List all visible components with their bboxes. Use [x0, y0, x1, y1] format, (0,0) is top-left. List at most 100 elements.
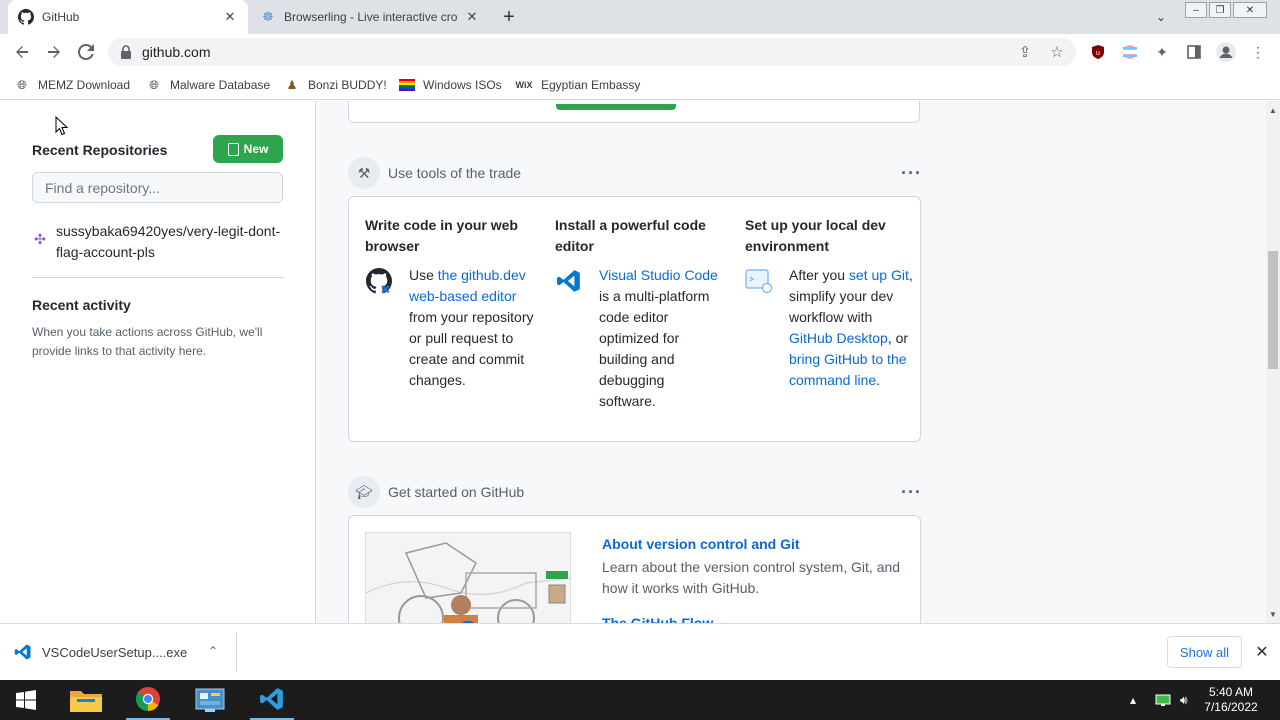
lock-icon[interactable] [120, 45, 132, 59]
chevron-up-icon[interactable]: ⌃ [205, 643, 221, 659]
text: from your repository or pull request to … [409, 309, 534, 388]
bookmark-star-icon[interactable]: ☆ [1048, 43, 1066, 61]
browserling-icon: ☸ [262, 9, 274, 24]
text: is a multi-platform code editor optimize… [599, 288, 710, 409]
taskbar-file-explorer[interactable] [64, 680, 108, 720]
github-desktop-link[interactable]: GitHub Desktop [789, 330, 888, 346]
bookmark-malware-database[interactable]: 🌐︎ Malware Database [146, 76, 270, 94]
shelf-divider [236, 632, 237, 672]
arrow-right-icon [48, 46, 60, 58]
clock-time: 5:40 AM [1208, 685, 1254, 699]
back-button[interactable] [10, 40, 34, 64]
taskbar-chrome[interactable] [126, 680, 170, 720]
reload-button[interactable] [74, 40, 98, 64]
windows-logo-icon [16, 690, 36, 710]
sidebar-divider [32, 277, 284, 278]
version-control-video-thumbnail[interactable] [365, 532, 571, 623]
system-clock[interactable]: 5:40 AM 7/16/2022 [1196, 685, 1266, 715]
svg-text:u: u [1096, 50, 1100, 57]
previous-card-button[interactable] [556, 104, 676, 110]
vscode-icon [555, 267, 583, 295]
col-body: After you set up Git, simplify your dev … [745, 265, 915, 391]
reload-icon [78, 44, 94, 60]
close-tab-icon[interactable]: ✕ [222, 9, 238, 25]
rainbow-flag-icon [399, 77, 415, 93]
bookmark-label: Egyptian Embassy [541, 78, 641, 92]
user-avatar-icon: ✣ [34, 230, 46, 247]
tools-col-local-dev: Set up your local dev environment After … [745, 215, 915, 391]
side-panel-icon[interactable] [1184, 42, 1204, 62]
arrow-left-icon [16, 46, 28, 58]
tab-title: Browserling - Live interactive cro [284, 10, 458, 24]
tools-col-web-editor: Write code in your web browser Use the g… [365, 215, 535, 391]
extension-flag-icon[interactable] [1120, 42, 1140, 62]
repo-list-item[interactable]: ✣ sussybaka69420yes/very-legit-dont-flag… [32, 221, 287, 263]
globe-icon: 🌐︎ [149, 77, 159, 92]
profile-avatar-icon[interactable] [1216, 42, 1236, 62]
close-tab-icon[interactable]: ✕ [464, 9, 480, 25]
bookmark-label: MEMZ Download [38, 78, 131, 92]
recent-repositories-title: Recent Repositories [32, 142, 168, 158]
globe-icon: 🌐︎ [17, 77, 27, 92]
restore-button[interactable]: ❐ [1209, 2, 1231, 18]
tools-col-code-editor: Install a powerful code editor Visual St… [555, 215, 725, 412]
col-title: Set up your local dev environment [745, 217, 886, 254]
forward-button[interactable] [42, 40, 66, 64]
taskbar-vscode[interactable] [250, 680, 294, 720]
network-icon[interactable] [1155, 680, 1171, 720]
new-repository-button[interactable]: New [213, 135, 283, 163]
tray-overflow-icon[interactable]: ▴ [1130, 680, 1136, 720]
download-item[interactable]: VSCodeUserSetup....exe [14, 638, 187, 666]
bookmark-label: Bonzi BUDDY! [308, 78, 387, 92]
show-all-button[interactable]: Show all [1167, 636, 1242, 668]
github-flow-link[interactable]: The GitHub Flow [602, 613, 912, 623]
minimize-button[interactable]: – [1185, 2, 1207, 18]
browser-toolbar: github.com ⇪ ☆ u ✦ ⋮ [0, 34, 1280, 70]
about-version-control-link[interactable]: About version control and Git [602, 534, 912, 555]
clock-date: 7/16/2022 [1204, 700, 1258, 714]
tab-title: GitHub [42, 10, 80, 24]
repo-link[interactable]: sussybaka69420yes/very-legit-dont-flag-a… [56, 221, 286, 263]
set-up-git-link[interactable]: set up Git [849, 267, 909, 283]
wix-icon: WiX [515, 80, 533, 90]
extensions-puzzle-icon[interactable]: ✦ [1152, 42, 1172, 62]
tools-icon: ⚒ [348, 157, 380, 189]
taskbar-control-panel[interactable] [188, 680, 232, 720]
bookmark-egyptian-embassy[interactable]: WiX Egyptian Embassy [515, 76, 641, 94]
tab-search-icon[interactable]: ⌄ [1152, 8, 1170, 26]
menu-kebab-icon[interactable]: ⋮ [1248, 42, 1268, 62]
find-repository-input[interactable] [32, 172, 283, 203]
about-version-control-desc: Learn about the version control system, … [602, 559, 901, 596]
recent-activity-title: Recent activity [32, 297, 131, 313]
url-text[interactable]: github.com [142, 44, 210, 60]
tab-strip: GitHub ✕ ☸ Browserling - Live interactiv… [0, 0, 1280, 34]
text: Use [409, 267, 438, 283]
scroll-up-icon[interactable]: ▲ [1268, 105, 1278, 115]
mouse-cursor-icon [55, 116, 69, 136]
address-bar[interactable]: github.com ⇪ ☆ [108, 38, 1076, 66]
ublock-icon[interactable]: u [1088, 42, 1108, 62]
vscode-link[interactable]: Visual Studio Code [599, 267, 718, 283]
close-icon[interactable]: ✕ [1252, 642, 1272, 662]
bookmark-windows-isos[interactable]: Windows ISOs [399, 76, 502, 94]
tools-card: Write code in your web browser Use the g… [348, 196, 921, 442]
tab-github[interactable]: GitHub ✕ [8, 0, 248, 34]
tab-browserling[interactable]: ☸ Browserling - Live interactive cro ✕ [250, 0, 490, 34]
more-options-icon[interactable]: ··· [901, 482, 922, 503]
bookmark-label: Malware Database [170, 78, 271, 92]
volume-icon[interactable]: 🔊︎ [1180, 680, 1188, 720]
scroll-thumb[interactable] [1268, 251, 1278, 369]
github-cli-link[interactable]: bring GitHub to the command line [789, 351, 907, 388]
control-panel-icon [195, 688, 225, 712]
close-window-button[interactable]: ✕ [1233, 2, 1267, 18]
share-icon[interactable]: ⇪ [1016, 43, 1034, 61]
bookmark-bonzi-buddy[interactable]: ♟ Bonzi BUDDY! [284, 76, 387, 94]
bookmark-memz[interactable]: 🌐︎ MEMZ Download [14, 76, 130, 94]
col-body: Visual Studio Code is a multi-platform c… [555, 265, 725, 412]
more-options-icon[interactable]: ··· [901, 163, 922, 184]
page-scrollbar[interactable]: ▲ ▼ [1266, 101, 1280, 623]
start-button[interactable] [4, 680, 48, 720]
new-tab-button[interactable]: + [498, 6, 520, 28]
scroll-down-icon[interactable]: ▼ [1268, 609, 1278, 619]
recent-activity-text: When you take actions across GitHub, we'… [32, 325, 263, 358]
